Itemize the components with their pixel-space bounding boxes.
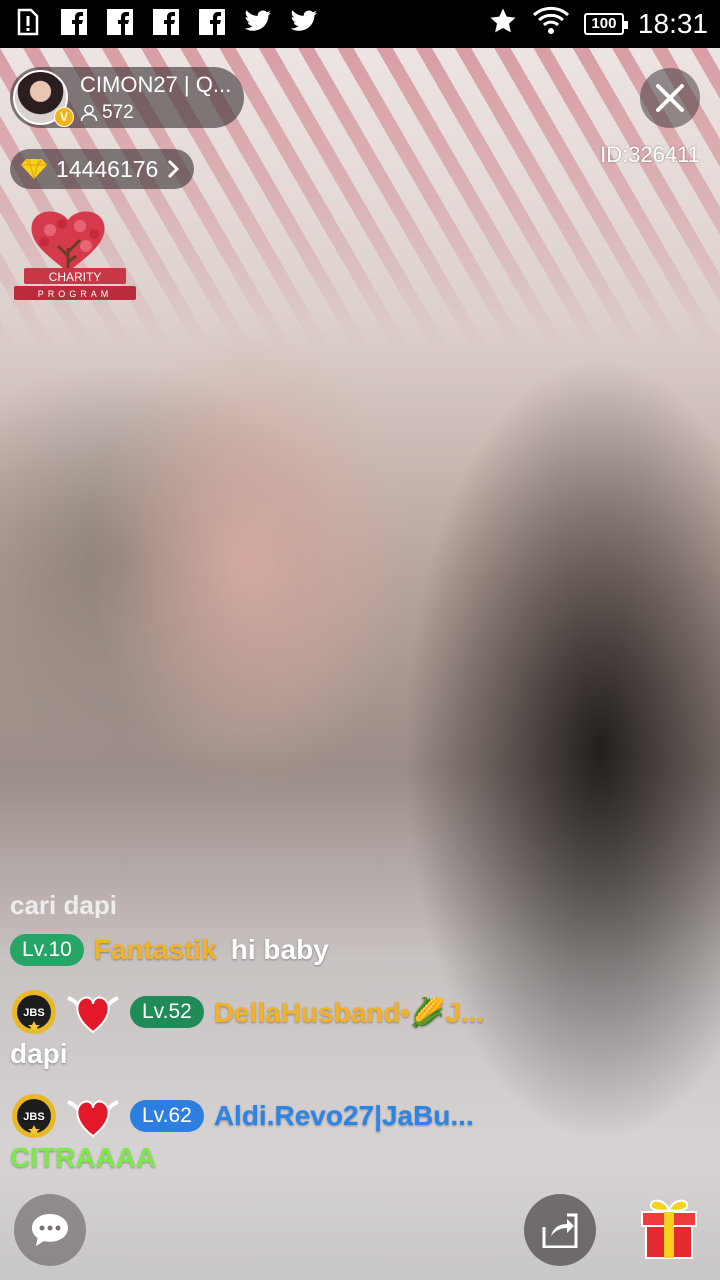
diamond-count: 14446176 bbox=[56, 155, 159, 182]
host-profile-card[interactable]: V CIMON27 | Q... 572 bbox=[10, 67, 244, 128]
chat-button[interactable] bbox=[14, 1194, 86, 1266]
twitter-icon bbox=[244, 8, 272, 36]
charity-label-line1: CHARITY bbox=[49, 270, 102, 284]
charity-program-badge[interactable]: CHARITY PROGRAM bbox=[10, 208, 140, 310]
charity-tree-heart-icon: CHARITY PROGRAM bbox=[14, 211, 136, 300]
chat-text: dapi bbox=[10, 1038, 68, 1069]
clock: 18:31 bbox=[637, 7, 708, 39]
room-id: ID:326411 bbox=[600, 142, 700, 167]
chat-username[interactable]: Aldi.Revo27|JaBu... bbox=[214, 1100, 474, 1132]
system-icons: 100 18:31 bbox=[488, 6, 708, 41]
chat-message[interactable]: JBS Lv.62 Aldi.Revo27|JaBu... bbox=[10, 1092, 474, 1140]
chat-text: hi baby bbox=[230, 934, 329, 965]
diamond-counter[interactable]: 14446176 bbox=[10, 149, 195, 189]
person-icon bbox=[80, 104, 98, 122]
facebook-icon bbox=[106, 8, 134, 36]
chat-username[interactable]: Fantastik bbox=[94, 934, 217, 966]
verified-badge: V bbox=[54, 107, 74, 127]
speech-bubble-icon bbox=[32, 1214, 68, 1246]
live-stream-screen: 100 18:31 V CIMON27 | Q... 572 ID:326411… bbox=[0, 0, 720, 1280]
share-button[interactable] bbox=[524, 1194, 596, 1266]
chat-text: CITRAAAA bbox=[10, 1142, 157, 1173]
gift-button[interactable] bbox=[636, 1196, 702, 1262]
diamond-icon bbox=[21, 158, 47, 180]
close-icon bbox=[656, 84, 684, 112]
level-badge: Lv.62 bbox=[130, 1100, 204, 1132]
share-icon bbox=[542, 1213, 578, 1248]
jbs-medal-icon: JBS bbox=[12, 1094, 56, 1138]
chevron-right-icon bbox=[168, 159, 180, 179]
chat-username[interactable]: DellaHusband•🌽J... bbox=[214, 996, 484, 1029]
close-button[interactable] bbox=[640, 68, 700, 128]
wifi-icon bbox=[532, 6, 570, 41]
faded-chat-line: cari dapi bbox=[10, 890, 117, 918]
chat-message[interactable]: JBS Lv.52 DellaHusband•🌽J... bbox=[10, 988, 484, 1036]
chat-message[interactable]: Lv.10 Fantastik hi baby bbox=[10, 934, 329, 966]
viewer-count-value: 572 bbox=[102, 102, 134, 123]
viewer-count: 572 bbox=[80, 102, 134, 124]
host-name: CIMON27 | Q... bbox=[80, 72, 232, 97]
status-bar: 100 18:31 bbox=[0, 0, 720, 48]
jbs-medal-icon: JBS bbox=[12, 990, 56, 1034]
facebook-icon bbox=[60, 8, 88, 36]
twitter-icon bbox=[290, 8, 318, 36]
facebook-icon bbox=[152, 8, 180, 36]
svg-text:JBS: JBS bbox=[23, 1111, 44, 1123]
notification-icons bbox=[14, 8, 318, 36]
level-badge: Lv.52 bbox=[130, 996, 204, 1028]
winged-heart-icon bbox=[67, 1100, 119, 1138]
charity-label-line2: PROGRAM bbox=[38, 289, 113, 299]
alert-icon bbox=[14, 8, 42, 36]
level-badge: Lv.10 bbox=[10, 934, 84, 966]
winged-heart-icon bbox=[67, 996, 119, 1034]
battery-icon: 100 bbox=[583, 12, 628, 35]
facebook-icon bbox=[198, 8, 226, 36]
star-icon bbox=[488, 6, 518, 41]
gift-icon bbox=[641, 1199, 697, 1259]
svg-text:JBS: JBS bbox=[23, 1007, 44, 1019]
